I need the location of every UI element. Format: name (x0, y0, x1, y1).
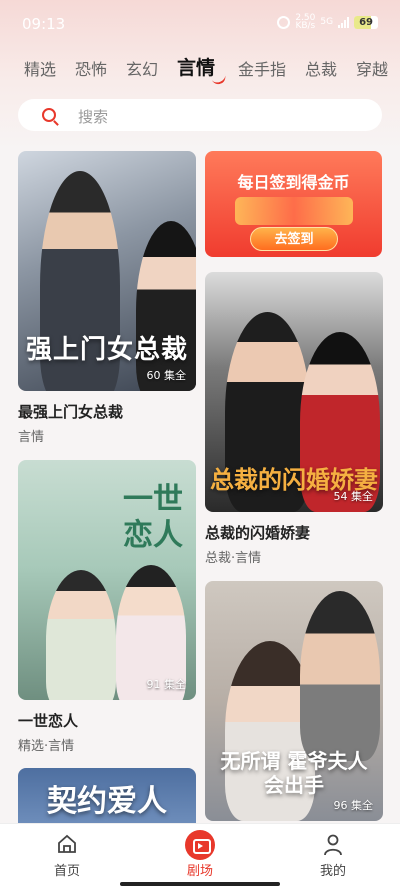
poster-title: 无所谓 霍爷夫人会出手 (220, 749, 368, 797)
status-bar: 09:13 2.50 KB/s 5G 69 (0, 0, 400, 44)
search-input[interactable]: 搜索 (18, 99, 382, 131)
poster-title: 契约爱人 (47, 784, 167, 819)
drama-tags: 总裁·言情 (205, 551, 262, 566)
drama-tags: 言情 (18, 430, 45, 445)
poster-title: 一世恋人 (123, 482, 183, 553)
tab-ceo[interactable]: 总裁 (305, 56, 337, 80)
drama-poster[interactable]: 一世恋人 91 集全 (18, 460, 196, 700)
checkin-banner[interactable]: 每日签到得金币 去签到 (205, 151, 382, 257)
tab-time-travel[interactable]: 穿越 (356, 56, 388, 80)
nav-theater[interactable]: 剧场 (160, 830, 240, 879)
drama-poster[interactable]: 总裁的闪婚娇妻 54 集全 (205, 272, 383, 512)
drama-tags: 精选·言情 (18, 739, 75, 754)
tab-featured[interactable]: 精选 (24, 56, 56, 80)
tab-horror[interactable]: 恐怖 (75, 56, 107, 80)
episode-count: 54 集全 (333, 490, 374, 503)
net-speed-unit: KB/s (295, 21, 316, 31)
home-icon (58, 834, 76, 853)
theater-icon (185, 830, 215, 860)
checkin-button[interactable]: 去签到 (250, 227, 338, 251)
battery-level: 69 (359, 16, 373, 28)
nav-me[interactable]: 我的 (293, 834, 373, 879)
status-indicators: 2.50 KB/s 5G 69 (277, 14, 378, 31)
profile-icon (324, 834, 342, 856)
nav-theater-label: 剧场 (186, 864, 213, 879)
poster-title: 强上门女总裁 (25, 335, 188, 365)
nav-home[interactable]: 首页 (27, 834, 107, 879)
status-time: 09:13 (22, 15, 66, 33)
drama-poster[interactable]: 无所谓 霍爷夫人会出手 96 集全 (205, 581, 383, 821)
coins-illustration (235, 197, 353, 225)
episode-count: 96 集全 (333, 799, 374, 812)
drama-card[interactable]: 总裁的闪婚娇妻 54 集全 总裁的闪婚娇妻 总裁·言情 (205, 272, 383, 566)
search-placeholder: 搜索 (78, 108, 109, 126)
drama-card[interactable]: 无所谓 霍爷夫人会出手 96 集全 (205, 581, 383, 821)
tab-romance[interactable]: 言情 (177, 53, 215, 80)
drama-card[interactable]: 强上门女总裁 60 集全 最强上门女总裁 言情 (18, 151, 196, 445)
net-speed: 2.50 KB/s (295, 14, 316, 31)
nav-me-label: 我的 (319, 864, 346, 879)
nav-home-label: 首页 (53, 864, 80, 879)
signal-icon (338, 16, 350, 28)
drama-title[interactable]: 最强上门女总裁 (18, 401, 196, 422)
episode-count: 60 集全 (146, 369, 187, 382)
alarm-icon (277, 15, 291, 29)
tab-golden-finger[interactable]: 金手指 (238, 56, 286, 80)
tab-fantasy[interactable]: 玄幻 (126, 56, 158, 80)
drama-card[interactable]: 一世恋人 91 集全 一世恋人 精选·言情 (18, 460, 196, 754)
drama-title[interactable]: 总裁的闪婚娇妻 (205, 522, 383, 543)
episode-count: 91 集全 (146, 678, 187, 691)
banner-title: 每日签到得金币 (237, 173, 350, 192)
category-tabs: 精选 恐怖 玄幻 言情 金手指 总裁 穿越 (0, 52, 400, 86)
drama-poster[interactable]: 强上门女总裁 60 集全 (18, 151, 196, 391)
home-indicator (120, 882, 280, 886)
bottom-nav: 首页 剧场 我的 (0, 823, 400, 889)
battery-icon: 69 (354, 15, 378, 29)
network-type: 5G (320, 17, 334, 27)
drama-title[interactable]: 一世恋人 (18, 710, 196, 731)
search-icon (42, 108, 56, 122)
